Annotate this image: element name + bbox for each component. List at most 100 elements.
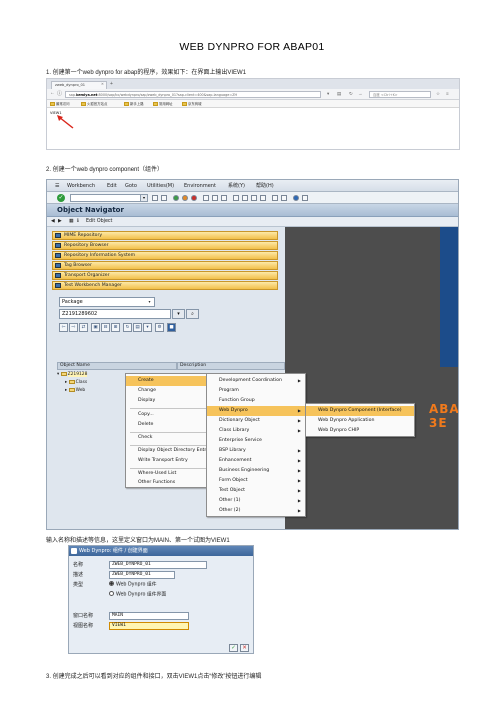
chevron-down-icon[interactable]: ▾ xyxy=(146,299,153,305)
stop-icon[interactable]: ■ xyxy=(167,323,176,332)
menu-system[interactable]: 系统(Y) xyxy=(228,182,245,190)
nav-mime-repository[interactable]: MIME Repository xyxy=(52,231,278,240)
collapse-icon[interactable]: ⊟ xyxy=(101,323,110,332)
find-icon[interactable] xyxy=(212,195,218,201)
up-icon[interactable]: ⇦ xyxy=(59,323,68,332)
submenu-other-1[interactable]: Other (1) ▶ xyxy=(207,496,305,506)
submenu-web-dynpro-application[interactable]: Web Dynpro Application xyxy=(306,416,414,426)
cancel-icon[interactable] xyxy=(191,195,197,201)
nav-back-icon[interactable]: ◀ xyxy=(51,218,55,226)
radio-component[interactable]: Web Dynpro 组件 xyxy=(109,581,157,590)
bookmark-item[interactable]: 京东商城 xyxy=(182,101,202,107)
shortcut-icon[interactable] xyxy=(281,195,287,201)
nav-test-workbench-manager[interactable]: Test Workbench Manager xyxy=(52,281,278,290)
submenu-enhancement[interactable]: Enhancement ▶ xyxy=(207,456,305,466)
filter-icon[interactable]: ▾ xyxy=(143,323,152,332)
nav-forward-icon[interactable]: ▶ xyxy=(58,218,62,226)
reader-icon[interactable]: ▤ xyxy=(337,91,341,97)
menu-utilities[interactable]: Utilities(M) xyxy=(147,182,174,190)
bookmark-item[interactable]: 新手上路 xyxy=(124,101,144,107)
info-icon[interactable]: ℹ xyxy=(77,218,79,226)
submenu-other-2[interactable]: Other (2) ▶ xyxy=(207,506,305,516)
view-name-input[interactable]: VIEW1 xyxy=(109,622,189,630)
new-tab-icon[interactable]: + xyxy=(110,81,113,88)
dropdown-icon[interactable]: ▾ xyxy=(172,309,185,319)
prev-page-icon[interactable] xyxy=(242,195,248,201)
star-icon[interactable]: ☆ xyxy=(436,91,440,97)
sync-icon[interactable]: ⇄ xyxy=(79,323,88,332)
object-name-input[interactable]: Z2191289602 xyxy=(59,309,171,319)
sap-menu-icon[interactable]: ☰ xyxy=(55,182,59,190)
help-icon[interactable] xyxy=(293,195,299,201)
info-icon[interactable]: ⓘ xyxy=(57,90,62,97)
submenu-bsp-library[interactable]: BSP Library ▶ xyxy=(207,446,305,456)
menu-environment[interactable]: Environment xyxy=(184,182,216,190)
folder-icon[interactable]: ▣ xyxy=(91,323,100,332)
nav-transport-organizer[interactable]: Transport Organizer xyxy=(52,271,278,280)
submenu-class-library[interactable]: Class Library ▶ xyxy=(207,426,305,436)
expand-icon[interactable]: ⊞ xyxy=(111,323,120,332)
submenu-dictionary-object[interactable]: Dictionary Object ▶ xyxy=(207,416,305,426)
layout-icon[interactable]: ▤ xyxy=(133,323,142,332)
display-icon[interactable]: ⌕ xyxy=(186,309,199,319)
menu-workbench[interactable]: Workbench xyxy=(67,182,95,190)
close-tab-icon[interactable]: ✕ xyxy=(101,81,104,88)
nav-tag-browser[interactable]: Tag Browser xyxy=(52,261,278,270)
address-bar[interactable]: sap.kemiya.net:8000/sap/bc/webdynpro/sap… xyxy=(65,91,321,98)
menu-icon[interactable]: ≡ xyxy=(446,91,449,96)
exit-icon[interactable] xyxy=(182,195,188,201)
col-description: Description xyxy=(177,362,285,370)
arrow-icon[interactable]: → xyxy=(358,91,363,96)
submenu-web-dynpro-chip[interactable]: Web Dynpro CHIP xyxy=(306,426,414,436)
radio-component-interface[interactable]: Web Dynpro 组件界面 xyxy=(109,591,166,600)
window-name-input[interactable]: MAIN xyxy=(109,612,189,620)
new-session-icon[interactable] xyxy=(272,195,278,201)
name-input[interactable]: ZWEB_DYNPRO_01 xyxy=(109,561,207,569)
submenu-web-dynpro[interactable]: Web Dynpro ▶ xyxy=(207,406,305,416)
chevron-down-icon[interactable]: ▾ xyxy=(140,195,147,201)
submenu-business-engineering[interactable]: Business Engineering ▶ xyxy=(207,466,305,476)
confirm-icon[interactable]: ✓ xyxy=(229,644,238,652)
toolbar-icon[interactable] xyxy=(152,195,158,201)
sap-system-toolbar: ✓ ▾ xyxy=(47,192,458,204)
next-page-icon[interactable] xyxy=(251,195,257,201)
reload-icon[interactable]: ↻ xyxy=(349,91,353,97)
last-page-icon[interactable] xyxy=(260,195,266,201)
settings-icon[interactable]: ⚙ xyxy=(155,323,164,332)
bookmark-item[interactable]: 最常访问 xyxy=(50,101,70,107)
bookmark-item[interactable]: 火狐官方站点 xyxy=(81,101,107,107)
print-icon[interactable] xyxy=(203,195,209,201)
back-icon[interactable]: ← xyxy=(50,90,55,96)
submenu-program[interactable]: Program xyxy=(207,386,305,396)
layout-icon[interactable] xyxy=(302,195,308,201)
down-icon[interactable]: ⇨ xyxy=(69,323,78,332)
submenu-enterprise-service[interactable]: Enterprise Service xyxy=(207,436,305,446)
description-input[interactable]: ZWEB_DYNPRO_01 xyxy=(109,571,175,579)
submenu-form-object[interactable]: Form Object ▶ xyxy=(207,476,305,486)
bookmark-item[interactable]: 常用网址 xyxy=(153,101,173,107)
edit-object-button[interactable]: Edit Object xyxy=(86,218,112,226)
menu-goto[interactable]: Goto xyxy=(125,182,137,190)
application-toolbar: ◀ ▶ ▦ ℹ Edit Object xyxy=(47,217,458,227)
submenu-development-coordination[interactable]: Development Coordination ▶ xyxy=(207,376,305,386)
enter-icon[interactable]: ✓ xyxy=(57,194,65,202)
browser-tab[interactable]: zweb_dynpro_01 xyxy=(51,81,107,89)
cancel-icon[interactable]: ✕ xyxy=(240,644,249,652)
search-input[interactable]: 百度 <Ctrl+K> xyxy=(369,91,431,98)
save-icon[interactable] xyxy=(161,195,167,201)
command-field[interactable]: ▾ xyxy=(70,194,148,202)
submenu-function-group[interactable]: Function Group xyxy=(207,396,305,406)
menu-edit[interactable]: Edit xyxy=(107,182,117,190)
object-type-select[interactable]: Package ▾ xyxy=(59,297,155,307)
dropdown-icon[interactable]: ▾ xyxy=(327,91,329,97)
first-page-icon[interactable] xyxy=(233,195,239,201)
back-icon[interactable] xyxy=(173,195,179,201)
find-next-icon[interactable] xyxy=(221,195,227,201)
tree-icon[interactable]: ▦ xyxy=(69,218,74,226)
menu-help[interactable]: 帮助(H) xyxy=(256,182,274,190)
submenu-web-dynpro-component[interactable]: Web Dynpro Component (Interface) xyxy=(306,406,414,416)
nav-repository-browser[interactable]: Repository Browser xyxy=(52,241,278,250)
nav-repository-info-system[interactable]: Repository Information System xyxy=(52,251,278,260)
submenu-test-object[interactable]: Test Object ▶ xyxy=(207,486,305,496)
refresh-icon[interactable]: ↻ xyxy=(123,323,132,332)
